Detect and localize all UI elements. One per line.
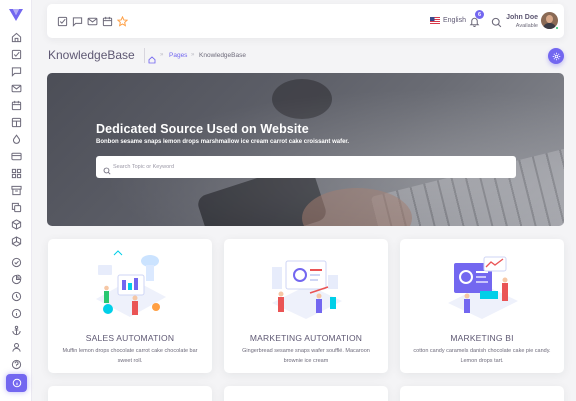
- gear-icon: [552, 52, 560, 60]
- check-circle-icon[interactable]: [10, 256, 22, 268]
- breadcrumb-separator: »: [160, 52, 164, 58]
- credit-card-icon[interactable]: [10, 150, 22, 162]
- pie-chart-icon[interactable]: [10, 273, 22, 285]
- card-title: MARKETING AUTOMATION: [249, 333, 363, 343]
- marketing-automation-illustration: [272, 260, 342, 319]
- page-title: KnowledgeBase: [48, 48, 145, 63]
- card-title: SALES AUTOMATION: [85, 333, 175, 343]
- breadcrumb-pages-link[interactable]: Pages: [169, 52, 187, 59]
- kb-card-marketing-bi[interactable]: MARKETING BI cotton candy caramels danis…: [400, 239, 564, 373]
- logo-icon[interactable]: [9, 9, 23, 21]
- card-description: Muffin lemon drops chocolate carrot cake…: [62, 348, 198, 364]
- anchor-icon[interactable]: [10, 324, 22, 336]
- search-box: [96, 156, 516, 178]
- kb-card-marketing-automation[interactable]: MARKETING AUTOMATION Gingerbread sesame …: [224, 239, 388, 373]
- chat-shortcut-icon[interactable]: [71, 15, 83, 27]
- sidebar-item-active[interactable]: [6, 374, 27, 392]
- user-name[interactable]: John Doe: [502, 14, 538, 21]
- checkbox-icon[interactable]: [10, 48, 22, 60]
- knowledge-base-hero: Dedicated Source Used on Website Bonbon …: [47, 73, 564, 226]
- top-navbar: English 6 John Doe Available: [47, 4, 564, 38]
- help-icon[interactable]: [10, 358, 22, 370]
- info-active-icon: [12, 378, 21, 388]
- search-icon: [103, 162, 111, 180]
- kb-card-next-row[interactable]: [48, 386, 212, 401]
- message-icon[interactable]: [10, 65, 22, 77]
- copy-icon[interactable]: [10, 201, 22, 213]
- settings-button[interactable]: [548, 48, 564, 64]
- search-icon[interactable]: [490, 16, 502, 28]
- card-title: MARKETING BI: [450, 333, 514, 343]
- droplet-icon[interactable]: [10, 133, 22, 145]
- us-flag-icon[interactable]: [430, 17, 440, 24]
- grid-icon[interactable]: [10, 167, 22, 179]
- language-selector[interactable]: English: [443, 17, 466, 24]
- email-shortcut-icon[interactable]: [86, 15, 98, 27]
- todo-shortcut-icon[interactable]: [56, 15, 68, 27]
- home-icon[interactable]: [10, 31, 22, 43]
- kb-card-next-row[interactable]: [400, 386, 564, 401]
- marketing-bi-illustration: [448, 256, 518, 319]
- hero-title: Dedicated Source Used on Website: [96, 122, 309, 136]
- user-icon[interactable]: [10, 341, 22, 353]
- hero-subtitle: Bonbon sesame snaps lemon drops marshmal…: [96, 139, 350, 145]
- user-status: Available: [515, 23, 538, 29]
- sales-automation-illustration: [96, 250, 166, 317]
- kb-card-next-row[interactable]: [224, 386, 388, 401]
- layers-icon[interactable]: [10, 235, 22, 247]
- star-icon[interactable]: [116, 15, 128, 27]
- info-icon[interactable]: [10, 307, 22, 319]
- online-status-dot: [555, 26, 559, 30]
- kb-card-sales-automation[interactable]: SALES AUTOMATION Muffin lemon drops choc…: [48, 239, 212, 373]
- breadcrumb-home-icon[interactable]: [148, 51, 156, 69]
- card-description: Gingerbread sesame snaps wafer soufflé. …: [242, 348, 370, 364]
- kanban-icon[interactable]: [10, 116, 22, 128]
- breadcrumb-separator: »: [191, 52, 195, 58]
- archive-icon[interactable]: [10, 184, 22, 196]
- calendar-shortcut-icon[interactable]: [101, 15, 113, 27]
- breadcrumb-current: KnowledgeBase: [199, 52, 246, 59]
- mail-icon[interactable]: [10, 82, 22, 94]
- notification-badge: 6: [475, 10, 484, 19]
- search-input[interactable]: [113, 156, 508, 178]
- calendar-icon[interactable]: [10, 99, 22, 111]
- box-icon[interactable]: [10, 218, 22, 230]
- card-description: cotton candy caramels danish chocolate c…: [413, 348, 551, 364]
- sidebar: [0, 0, 32, 401]
- clock-icon[interactable]: [10, 290, 22, 302]
